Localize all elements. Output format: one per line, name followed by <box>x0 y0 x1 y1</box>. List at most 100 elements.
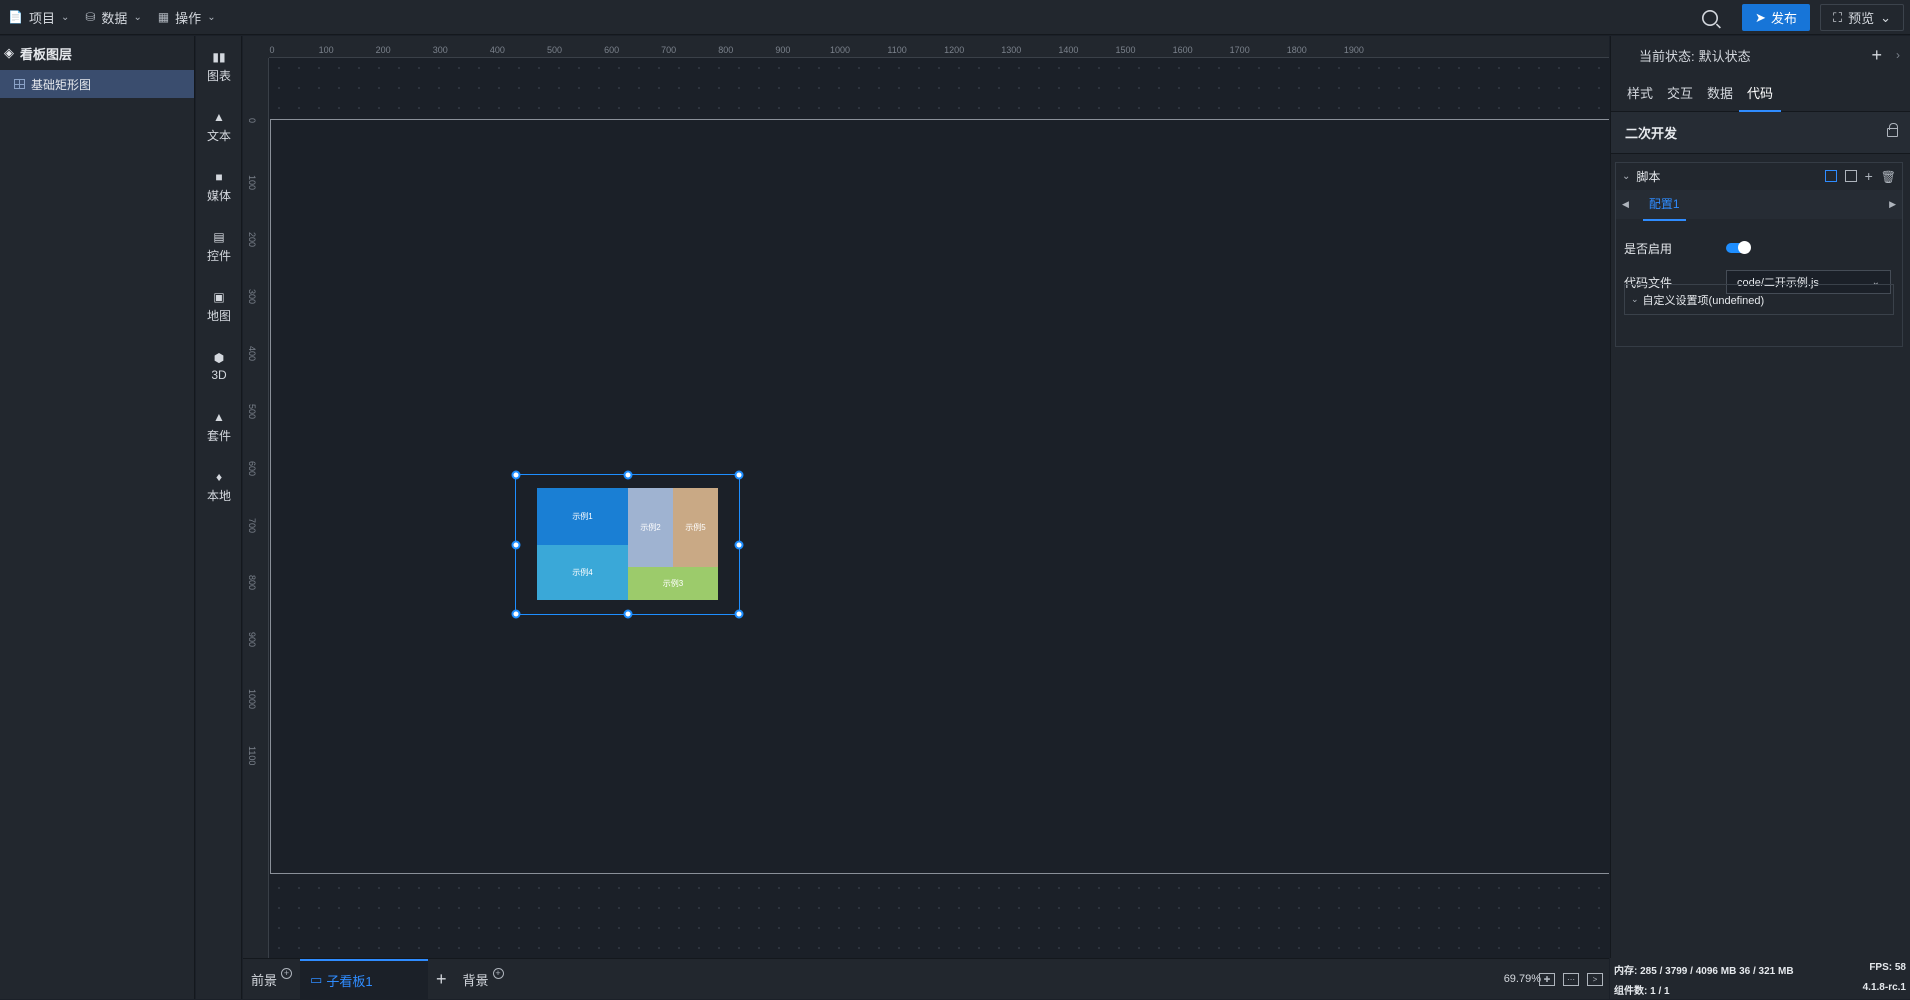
treemap-icon <box>14 79 25 89</box>
arrow-right-icon[interactable]: ▶ <box>1889 199 1896 210</box>
version-label: 4.1.8-rc.1 <box>1862 982 1906 993</box>
script-header[interactable]: ⌄ 脚本 + 🗑 <box>1616 163 1902 190</box>
tool-3d[interactable]: ⬢ 3D <box>196 336 242 396</box>
resize-handle[interactable] <box>511 470 521 480</box>
chevron-down-icon: ⌄ <box>1631 294 1639 304</box>
board-tabs-bar: 前景 + ▭ 子看板1 + 背景 + 69.79% ✚ ⋯ > <box>243 958 1609 1000</box>
horizontal-ruler[interactable]: 0 100 200 300 400 500 600 700 800 900 1000 1100 1200… <box>269 36 1609 58</box>
script-panel: ⌄ 脚本 + 🗑 ◀ 配置1 ▶ 是否启用 代码文件 code/二开示例.js … <box>1615 162 1903 347</box>
grid-icon: ▦ <box>157 10 170 24</box>
resize-handle[interactable] <box>734 470 744 480</box>
layer-item[interactable]: 基础矩形图 <box>0 70 194 98</box>
search-icon[interactable] <box>1702 9 1718 26</box>
console-icon[interactable]: > <box>1587 972 1603 986</box>
resize-handle[interactable] <box>511 540 521 549</box>
map-icon: ▣ <box>213 289 225 304</box>
media-icon: ■ <box>215 169 223 184</box>
enabled-toggle[interactable] <box>1726 241 1751 254</box>
tab-background[interactable]: 背景 + <box>455 959 512 1000</box>
enabled-row: 是否启用 <box>1616 231 1902 265</box>
status-bar: 内存: 285 / 3799 / 4096 MB 36 / 321 MB FPS… <box>1610 958 1910 999</box>
preview-button[interactable]: ⛶ 预览 ⌄ <box>1820 4 1904 31</box>
chevron-down-icon: ⌄ <box>1880 9 1892 25</box>
arrow-left-icon[interactable]: ◀ <box>1622 199 1629 210</box>
lock-icon[interactable] <box>1887 123 1898 137</box>
ruler-tick-label: 900 <box>247 631 257 647</box>
board-icon: ▭ <box>310 972 323 987</box>
menu-project[interactable]: 📄 项目 ⌄ <box>0 0 77 35</box>
properties-tabs: 样式 交互 数据 代码 <box>1611 74 1910 112</box>
fps-status: FPS: 58 <box>1869 962 1906 973</box>
ruler-tick-label: 500 <box>247 403 257 419</box>
tool-local[interactable]: ♦ 本地 <box>196 456 242 516</box>
ruler-tick-label: 1400 <box>1058 45 1079 55</box>
properties-panel: 当前状态: 默认状态 + › 样式 交互 数据 代码 二次开发 ⌄ 脚本 + 🗑… <box>1610 36 1910 958</box>
tool-map[interactable]: ▣ 地图 <box>196 276 242 336</box>
tool-media[interactable]: ■ 媒体 <box>196 156 242 216</box>
dashboard-board[interactable] <box>270 119 1609 874</box>
control-icon: ▤ <box>213 229 225 244</box>
ruler-tick-label: 500 <box>546 45 563 55</box>
ruler-tick-label: 800 <box>247 574 257 590</box>
add-board-button[interactable]: + <box>428 959 455 1000</box>
tool-control[interactable]: ▤ 控件 <box>196 216 242 276</box>
vertical-ruler[interactable]: 0 100 200 300 400 500 600 700 800 900 1000 1100 <box>243 58 269 958</box>
ruler-tick-label: 1100 <box>247 746 257 766</box>
tab-data[interactable]: 数据 <box>1707 73 1733 112</box>
ruler-tick-label: 400 <box>489 45 505 55</box>
resize-handle[interactable] <box>623 609 632 619</box>
tab-code[interactable]: 代码 <box>1739 73 1782 112</box>
resize-handle[interactable] <box>511 609 521 619</box>
top-toolbar: 📄 项目 ⌄ ⛁ 数据 ⌄ ▦ 操作 ⌄ ➤ 发布 ⛶ 预览 ⌄ <box>0 0 1910 35</box>
tab-style[interactable]: 样式 <box>1627 73 1653 112</box>
tab-config1[interactable]: 配置1 <box>1642 188 1686 221</box>
chevron-down-icon: ⌄ <box>133 11 142 23</box>
menu-data[interactable]: ⛁ 数据 ⌄ <box>77 0 149 35</box>
tool-text[interactable]: ▲ 文本 <box>196 96 242 156</box>
tool-kit[interactable]: ▲ 套件 <box>196 396 242 456</box>
ruler-tick-label: 100 <box>318 45 334 55</box>
ruler-tick-label: 0 <box>269 45 275 55</box>
state-row: 当前状态: 默认状态 + › <box>1639 44 1900 66</box>
config-tabs: ◀ 配置1 ▶ <box>1616 188 1902 221</box>
layers-icon: ◈ <box>4 45 14 60</box>
layers-title: ◈ 看板图层 <box>4 45 73 62</box>
ruler-tick-label: 1800 <box>1286 45 1307 55</box>
tab-foreground[interactable]: 前景 + <box>243 959 300 1000</box>
add-state-icon[interactable]: + <box>1871 45 1882 66</box>
resize-handle[interactable] <box>734 609 744 619</box>
text-icon: ▲ <box>213 109 225 124</box>
ruler-tick-label: 1900 <box>1343 45 1364 55</box>
ruler-tick-label: 700 <box>247 517 257 533</box>
tab-subboard[interactable]: ▭ 子看板1 <box>300 958 429 1000</box>
ruler-corner <box>243 36 269 58</box>
tab-interaction[interactable]: 交互 <box>1667 73 1693 112</box>
publish-button[interactable]: ➤ 发布 <box>1742 4 1810 31</box>
layout-icon[interactable] <box>1824 169 1837 182</box>
copy-icon[interactable] <box>1844 169 1857 182</box>
custom-settings[interactable]: ⌄ 自定义设置项(undefined) <box>1624 284 1894 315</box>
add-icon[interactable]: + <box>492 967 504 979</box>
keyboard-icon[interactable]: ⋯ <box>1563 972 1579 986</box>
resize-handle[interactable] <box>623 470 632 480</box>
tool-chart[interactable]: ▮▮ 图表 <box>196 36 242 96</box>
trash-icon[interactable]: 🗑 <box>1881 170 1896 184</box>
selection-box[interactable] <box>511 470 744 619</box>
layers-panel: ◈ 看板图层 基础矩形图 <box>0 36 195 999</box>
chevron-down-icon: ⌄ <box>207 11 216 23</box>
ruler-tick-label: 300 <box>247 289 257 305</box>
zoom-level[interactable]: 69.79% <box>1504 973 1541 985</box>
send-icon: ➤ <box>1755 9 1766 25</box>
resize-handle[interactable] <box>734 540 744 549</box>
section-header: 二次开发 <box>1611 112 1910 154</box>
add-icon[interactable]: + <box>1865 169 1873 184</box>
menu-operation[interactable]: ▦ 操作 ⌄ <box>150 0 224 35</box>
cube-icon: ⬢ <box>213 351 225 365</box>
ruler-tick-label: 1100 <box>887 45 907 55</box>
ruler-tick-label: 100 <box>247 175 257 191</box>
canvas-area[interactable]: 0 100 200 300 400 500 600 700 800 900 1000 1100 1200… <box>243 36 1609 958</box>
file-icon: 📄 <box>8 10 23 24</box>
fit-screen-icon[interactable]: ✚ <box>1539 972 1555 986</box>
add-icon[interactable]: + <box>281 967 293 979</box>
chevron-right-icon[interactable]: › <box>1896 45 1900 66</box>
